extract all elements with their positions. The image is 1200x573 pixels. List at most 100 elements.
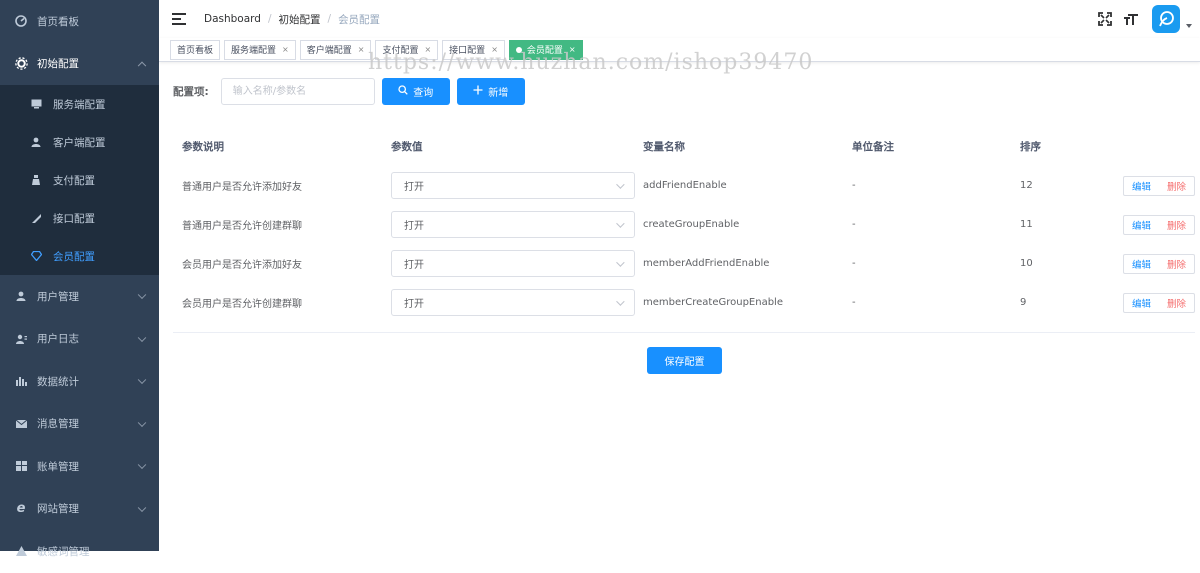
tag-payment-config[interactable]: 支付配置 × (375, 39, 439, 60)
sidebar-item-server-config[interactable]: 服务端配置 (0, 85, 159, 123)
add-label: 新增 (488, 88, 509, 99)
chevron-down-icon (137, 418, 147, 427)
sidebar-item-user-log[interactable]: 用户日志 (0, 318, 159, 361)
sidebar-item-messages[interactable]: 消息管理 (0, 403, 159, 446)
dashboard-icon (14, 14, 28, 28)
sidebar-item-label: 数据统计 (37, 375, 79, 388)
tag-label: 支付配置 (382, 46, 419, 56)
cell-var: addFriendEnable (643, 180, 727, 191)
table-header: 参数说明 参数值 变量名称 单位备注 排序 (173, 126, 1195, 166)
config-table: 参数说明 参数值 变量名称 单位备注 排序 普通用户是否允许添加好友 打开 ad… (173, 126, 1195, 333)
sidebar-item-client-config[interactable]: 客户端配置 (0, 123, 159, 161)
save-config-button[interactable]: 保存配置 (647, 347, 722, 374)
sidebar-item-api-config[interactable]: 接口配置 (0, 199, 159, 237)
sidebar: 首页看板 初始配置 服务端配置 客户端配置 支付配置 接口配置 会员配置 用户管… (0, 0, 159, 558)
chevron-down-icon (616, 179, 625, 189)
sidebar-item-label: 接口配置 (53, 212, 95, 225)
tag-dashboard[interactable]: 首页看板 (170, 39, 221, 60)
sidebar-item-statistics[interactable]: 数据统计 (0, 360, 159, 403)
value-select[interactable]: 打开 (391, 211, 635, 238)
tag-label: 首页看板 (177, 46, 214, 56)
cell-unit: - (852, 219, 856, 230)
table-row: 普通用户是否允许创建群聊 打开 createGroupEnable - 11 编… (173, 205, 1195, 244)
tag-member-config[interactable]: 会员配置 × (508, 39, 583, 60)
delete-button[interactable]: 删除 (1159, 216, 1194, 234)
tag-label: 接口配置 (449, 46, 486, 56)
search-input[interactable] (220, 78, 375, 105)
table-row: 会员用户是否允许创建群聊 打开 memberCreateGroupEnable … (173, 283, 1195, 322)
delete-button[interactable]: 删除 (1159, 177, 1194, 195)
close-icon[interactable]: × (358, 45, 365, 54)
cell-sort: 10 (1020, 258, 1033, 269)
breadcrumb-item-dashboard[interactable]: Dashboard (204, 13, 261, 25)
sidebar-item-payment-config[interactable]: 支付配置 (0, 161, 159, 199)
sidebar-item-label: 用户日志 (37, 333, 79, 346)
close-icon[interactable]: × (491, 45, 498, 54)
edit-button[interactable]: 编辑 (1124, 177, 1159, 195)
tag-server-config[interactable]: 服务端配置 × (224, 39, 296, 60)
edit-button[interactable]: 编辑 (1124, 216, 1159, 234)
query-label: 查询 (413, 88, 434, 99)
close-icon[interactable]: × (569, 45, 576, 54)
sidebar-item-label: 服务端配置 (53, 98, 106, 111)
cell-sort: 11 (1020, 219, 1033, 230)
ie-icon: e (16, 501, 26, 517)
cell-unit: - (852, 180, 856, 191)
select-value: 打开 (404, 221, 424, 232)
tag-label: 客户端配置 (306, 46, 352, 56)
sidebar-item-user-management[interactable]: 用户管理 (0, 275, 159, 318)
sidebar-item-member-config[interactable]: 会员配置 (0, 237, 159, 275)
cell-sort: 12 (1020, 180, 1033, 191)
sidebar-item-bills[interactable]: 账单管理 (0, 445, 159, 488)
row-actions: 编辑 删除 (1122, 253, 1195, 274)
search-form: 配置项: 查询 新增 (173, 78, 525, 105)
chevron-down-icon (137, 503, 147, 512)
sidebar-item-website[interactable]: e 网站管理 (0, 488, 159, 531)
chevron-down-icon (137, 460, 147, 470)
sidebar-item-label: 初始配置 (37, 58, 79, 71)
font-size-icon[interactable] (1122, 10, 1140, 28)
edit-button[interactable]: 编辑 (1124, 294, 1159, 312)
header-sort: 排序 (1020, 140, 1041, 153)
settings-icon (14, 57, 28, 71)
delete-button[interactable]: 删除 (1159, 294, 1194, 312)
tag-client-config[interactable]: 客户端配置 × (299, 39, 372, 60)
breadcrumb-item-init-config[interactable]: 初始配置 (279, 12, 321, 27)
delete-button[interactable]: 删除 (1159, 255, 1194, 273)
value-select[interactable]: 打开 (391, 250, 635, 277)
value-select[interactable]: 打开 (391, 289, 635, 316)
table-row: 普通用户是否允许添加好友 打开 addFriendEnable - 12 编辑删… (173, 166, 1195, 205)
cell-desc: 普通用户是否允许添加好友 (182, 182, 302, 193)
submenu-init-config: 服务端配置 客户端配置 支付配置 接口配置 会员配置 (0, 85, 159, 275)
navbar-right (1096, 0, 1200, 38)
caret-down-icon[interactable] (1186, 24, 1192, 28)
row-actions: 编辑 删除 (1122, 214, 1195, 235)
query-button[interactable]: 查询 (381, 78, 450, 105)
table-row: 会员用户是否允许添加好友 打开 memberAddFriendEnable - … (173, 244, 1195, 283)
user-icon (30, 136, 42, 148)
cell-var: memberCreateGroupEnable (643, 297, 783, 308)
navbar: Dashboard / 初始配置 / 会员配置 (159, 0, 1200, 38)
cell-desc: 普通用户是否允许创建群聊 (182, 221, 302, 232)
tag-api-config[interactable]: 接口配置 × (442, 39, 505, 60)
close-icon[interactable]: × (282, 45, 289, 54)
edit-button[interactable]: 编辑 (1124, 255, 1159, 273)
users-log-icon (14, 332, 28, 346)
add-button[interactable]: 新增 (456, 78, 525, 105)
user-icon (14, 289, 28, 303)
table-divider (173, 332, 1195, 333)
cell-desc: 会员用户是否允许创建群聊 (182, 299, 302, 310)
hamburger-icon[interactable] (172, 13, 186, 25)
avatar[interactable] (1152, 5, 1180, 33)
monitor-icon (30, 98, 42, 110)
sidebar-item-dashboard[interactable]: 首页看板 (0, 0, 159, 43)
diamond-icon (30, 250, 42, 262)
fullscreen-icon[interactable] (1096, 10, 1114, 28)
sidebar-item-sensitive-words[interactable]: 敏感词管理 (0, 530, 159, 573)
tag-label: 服务端配置 (231, 46, 277, 56)
close-icon[interactable]: × (424, 45, 431, 54)
row-actions: 编辑 删除 (1122, 292, 1195, 313)
breadcrumb-item-current: 会员配置 (338, 13, 381, 26)
value-select[interactable]: 打开 (391, 172, 635, 199)
sidebar-item-init-config[interactable]: 初始配置 (0, 43, 159, 86)
